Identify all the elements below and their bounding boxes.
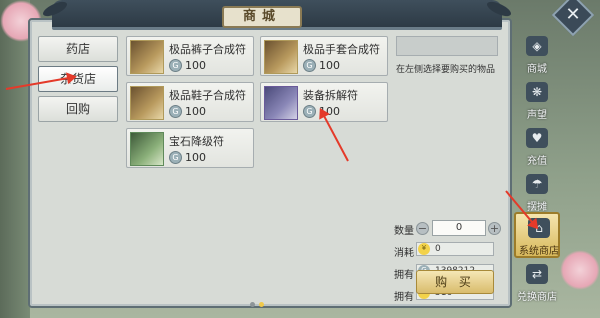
quantity-decrease-button[interactable]: −: [416, 222, 429, 235]
medal-icon: ❋: [526, 82, 548, 102]
side-tab-bar: ◈ 商城 ❋ 声望 ♥ 充值 ☂ 摆摊 ⌂ 系统商店 ⇄ 兑换商店: [514, 32, 560, 308]
tab-label: 系统商店: [519, 246, 559, 257]
quantity-increase-button[interactable]: +: [488, 222, 501, 235]
item-grid: 极品裤子合成符 G 100 极品手套合成符 G 100 极品鞋子合成符 G 10…: [126, 36, 390, 307]
item-price: 100: [185, 151, 206, 164]
category-buyback[interactable]: 回购: [38, 96, 118, 122]
item-name: 极品裤子合成符: [169, 43, 246, 56]
background-left: [0, 0, 30, 318]
category-drugstore[interactable]: 药店: [38, 36, 118, 62]
owned-silver-label: 拥有: [394, 270, 414, 281]
item-card[interactable]: 极品手套合成符 G 100: [260, 36, 388, 76]
quantity-label: 数量: [394, 226, 414, 237]
tab-label: 兑换商店: [517, 292, 557, 303]
silver-coin-icon: G: [303, 59, 316, 72]
tab-mall[interactable]: ◈ 商城: [514, 32, 560, 78]
item-preview-box: [396, 36, 498, 56]
category-grocery[interactable]: 杂货店: [38, 66, 118, 92]
buy-button[interactable]: 购 买: [416, 270, 494, 294]
owned-gold-label: 拥有: [394, 292, 414, 303]
selection-hint: 在左侧选择要购买的物品: [396, 65, 496, 75]
gift-icon: ♥: [526, 128, 548, 148]
silver-coin-icon: G: [169, 59, 182, 72]
exchange-icon: ⇄: [526, 264, 548, 284]
item-card[interactable]: 宝石降级符 G 100: [126, 128, 254, 168]
dismantle-scroll-icon: [264, 86, 298, 120]
category-list: 药店 杂货店 回购: [38, 36, 120, 282]
cost-label: 消耗: [394, 248, 414, 259]
gloves-scroll-icon: [264, 40, 298, 74]
shoes-scroll-icon: [130, 86, 164, 120]
item-name: 宝石降级符: [169, 135, 224, 148]
page-dot-active[interactable]: [259, 302, 264, 307]
pants-scroll-icon: [130, 40, 164, 74]
item-name: 极品鞋子合成符: [169, 89, 246, 102]
purchase-detail: 在左侧选择要购买的物品 数量 − 0 + 消耗 0 ¥ 拥有 1398212 G…: [394, 36, 501, 303]
item-card[interactable]: 极品鞋子合成符 G 100: [126, 82, 254, 122]
stall-icon: ☂: [526, 174, 548, 194]
silver-coin-icon: G: [169, 105, 182, 118]
gem-scroll-icon: [130, 132, 164, 166]
tab-label: 商城: [527, 64, 547, 75]
page-dot[interactable]: [250, 302, 255, 307]
gold-coin-icon: ¥: [418, 243, 430, 255]
tab-label: 充值: [527, 156, 547, 167]
quantity-field[interactable]: 0: [432, 220, 486, 236]
tab-recharge[interactable]: ♥ 充值: [514, 124, 560, 170]
tab-reputation[interactable]: ❋ 声望: [514, 78, 560, 124]
item-card[interactable]: 极品裤子合成符 G 100: [126, 36, 254, 76]
window-title: 商城: [222, 6, 302, 28]
item-price: 100: [185, 59, 206, 72]
blossom-decoration: [560, 250, 600, 290]
item-price: 100: [185, 105, 206, 118]
close-icon[interactable]: ✕: [560, 2, 586, 28]
item-price: 100: [319, 59, 340, 72]
silver-coin-icon: G: [169, 151, 182, 164]
tab-exchange-shop[interactable]: ⇄ 兑换商店: [514, 260, 560, 306]
bag-icon: ◈: [526, 36, 548, 56]
item-name: 极品手套合成符: [303, 43, 380, 56]
tab-label: 声望: [527, 110, 547, 121]
item-name: 装备拆解符: [303, 89, 358, 102]
